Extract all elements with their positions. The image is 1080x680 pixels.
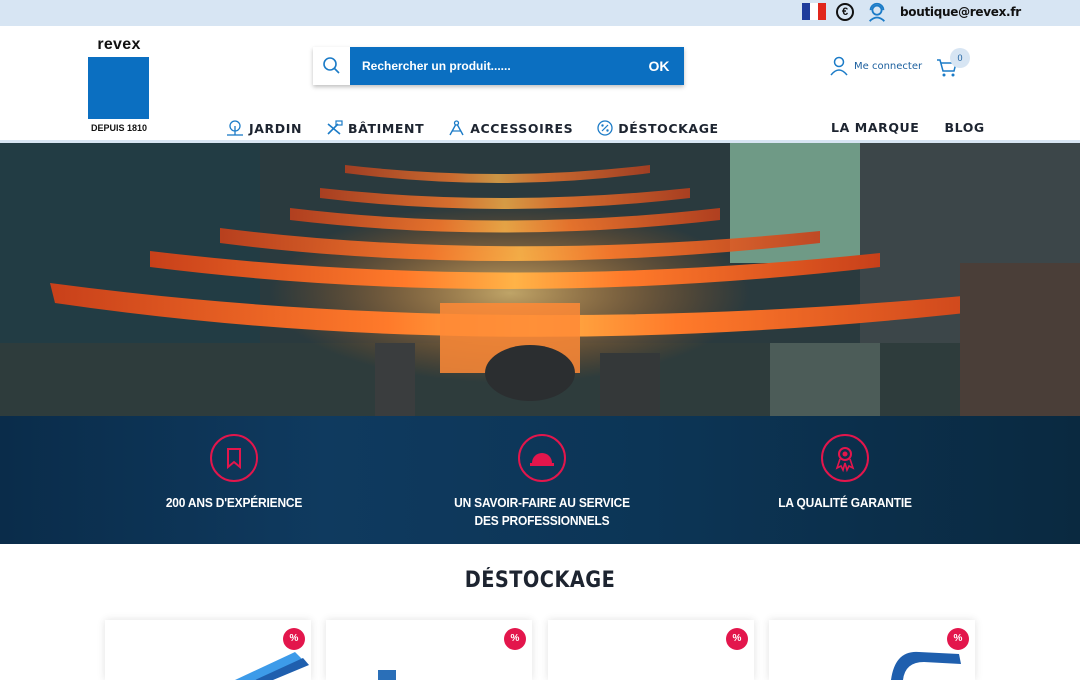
nav-item-accessoires[interactable]: ACCESSOIRES (448, 120, 573, 136)
product-card[interactable]: % (105, 620, 311, 680)
percent-icon (597, 120, 613, 136)
feature-qualite: LA QUALITÉ GARANTIE (725, 434, 965, 512)
nav-item-batiment[interactable]: BÂTIMENT (326, 120, 424, 136)
tree-icon (227, 120, 243, 136)
nav-label-batiment: BÂTIMENT (348, 120, 425, 136)
bookmark-icon (210, 434, 258, 482)
nav-label-jardin: JARDIN (249, 120, 303, 136)
top-bar: € boutique@revex.fr (0, 0, 1080, 26)
discount-badge: % (947, 628, 969, 650)
hero-banner (0, 143, 1080, 416)
nav-label-accessoires: ACCESSOIRES (470, 120, 574, 136)
site-header: revex DEPUIS 1810 OK Me connecter 0 (0, 26, 1080, 143)
search-bar: OK (313, 47, 684, 85)
product-image (235, 652, 309, 680)
search-ok-button[interactable]: OK (634, 47, 684, 85)
user-icon (830, 56, 848, 76)
feature-savoir-faire-line1: UN SAVOIR-FAIRE AU SERVICE (454, 495, 630, 510)
product-card[interactable]: % (326, 620, 532, 680)
cart-count-badge: 0 (950, 48, 970, 68)
discount-badge: % (283, 628, 305, 650)
feature-experience: 200 ANS D'EXPÉRIENCE (114, 434, 354, 512)
nav-item-jardin[interactable]: JARDIN (226, 120, 302, 136)
search-input[interactable] (350, 47, 634, 85)
award-ribbon-icon (821, 434, 869, 482)
login-label: Me connecter (854, 60, 923, 72)
feature-experience-text: 200 ANS D'EXPÉRIENCE (165, 495, 303, 510)
support-headset-icon[interactable] (866, 1, 888, 23)
logo-since-label: DEPUIS 1810 (90, 123, 148, 133)
features-strip: 200 ANS D'EXPÉRIENCE UN SAVOIR-FAIRE AU … (0, 416, 1080, 544)
nav-label-destockage: DÉSTOCKAGE (618, 120, 719, 136)
section-title-destockage: DÉSTOCKAGE (464, 568, 616, 593)
discount-badge: % (504, 628, 526, 650)
feature-savoir-faire: UN SAVOIR-FAIRE AU SERVICE DES PROFESSIO… (422, 434, 662, 530)
login-link[interactable]: Me connecter (830, 56, 922, 76)
feature-savoir-faire-line2: DES PROFESSIONNELS (474, 513, 610, 528)
search-icon[interactable] (313, 47, 350, 85)
main-nav: JARDIN BÂTIMENT ACCESSOIRES DÉSTOCKAGE (226, 120, 743, 136)
euro-icon[interactable]: € (836, 3, 854, 21)
logo-wordmark[interactable]: revex (88, 36, 150, 54)
hard-hat-icon (518, 434, 566, 482)
france-flag-icon[interactable] (802, 3, 826, 20)
product-card[interactable]: % (769, 620, 975, 680)
nav-item-la-marque[interactable]: LA MARQUE (831, 120, 919, 135)
discount-badge: % (726, 628, 748, 650)
nav-item-destockage[interactable]: DÉSTOCKAGE (597, 120, 718, 136)
nav-item-blog[interactable]: BLOG (944, 120, 984, 135)
hero-forge-image (0, 143, 1080, 416)
compass-icon (449, 120, 464, 136)
product-card[interactable]: % (548, 620, 754, 680)
feature-qualite-text: LA QUALITÉ GARANTIE (778, 495, 912, 510)
product-image (891, 651, 961, 680)
product-image (378, 670, 396, 680)
secondary-nav: LA MARQUE BLOG (831, 120, 1010, 135)
shop-email-link[interactable]: boutique@revex.fr (900, 5, 1021, 19)
logo-square[interactable] (88, 57, 149, 119)
hammer-icon (327, 120, 343, 135)
